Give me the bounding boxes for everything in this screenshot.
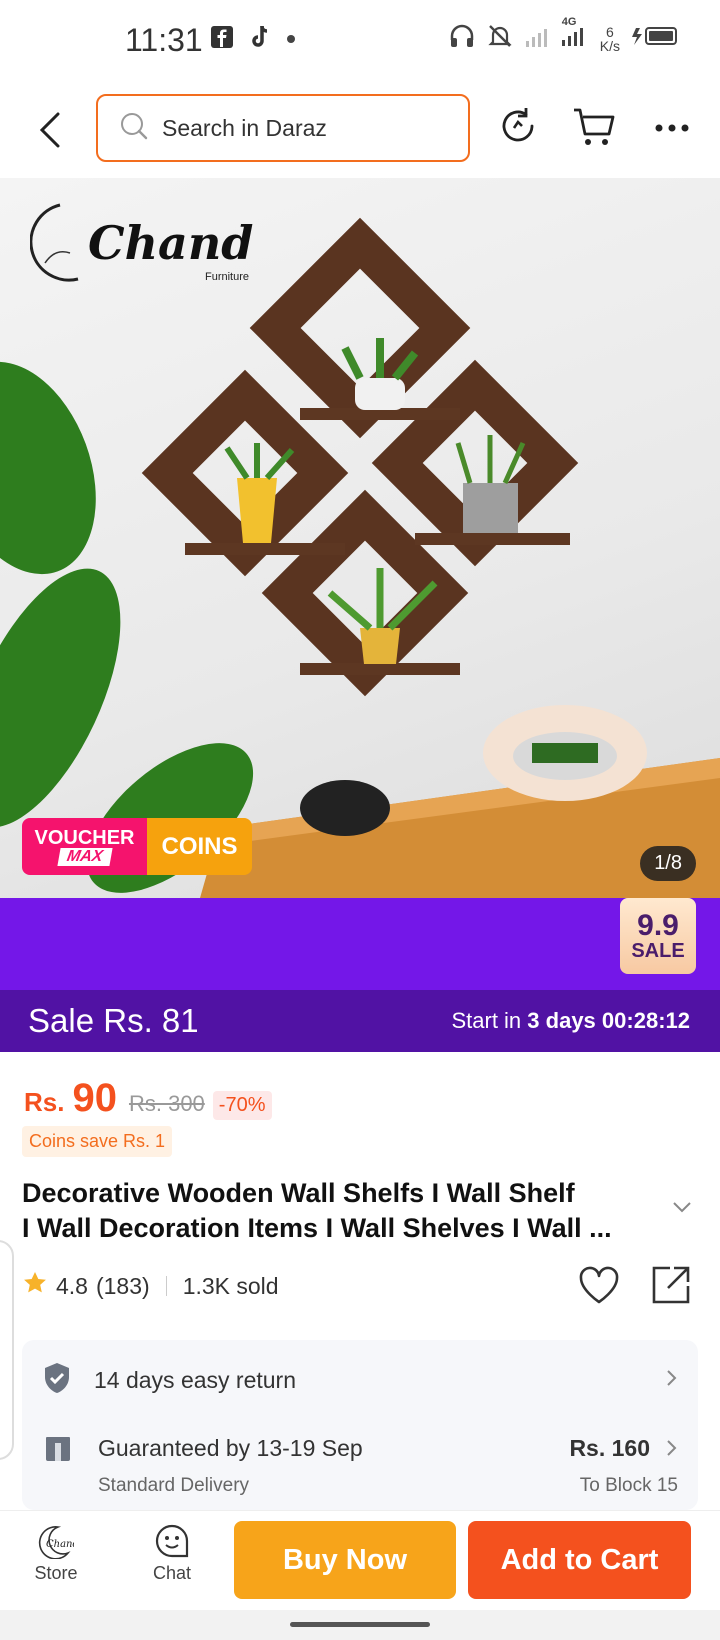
product-image[interactable]: Chand Furniture VOUCHER MAX COINS 1/8	[0, 178, 720, 898]
sold-count: 1.3K sold	[182, 1272, 279, 1299]
back-icon[interactable]	[30, 108, 70, 152]
brand-sub: Furniture	[205, 271, 250, 283]
chat-icon	[155, 1524, 189, 1558]
chevron-down-icon[interactable]	[672, 1200, 692, 1219]
history-icon[interactable]	[498, 106, 538, 151]
product-photo	[0, 217, 720, 898]
delivery-text: Guaranteed by 13-19 Sep	[98, 1435, 363, 1461]
voucher-max-badge: VOUCHER MAX	[22, 818, 147, 875]
sale-99-badge: 9.9 SALE	[620, 898, 696, 974]
cart-icon[interactable]	[572, 106, 616, 153]
start-days: 3 days	[527, 1008, 596, 1033]
tiktok-icon	[248, 24, 272, 55]
status-time: 11:31	[125, 22, 203, 58]
delivery-fee: Rs. 160	[569, 1435, 650, 1461]
home-gesture-pill[interactable]	[290, 1622, 430, 1627]
status-bar: 11:31 4G 6 K/s	[0, 0, 720, 80]
chat-button[interactable]: Chat	[132, 1523, 212, 1584]
promo-banner[interactable]: 9.9 SALE	[0, 898, 720, 990]
chat-label: Chat	[152, 1563, 192, 1583]
delivery-location: To Block 15	[579, 1475, 678, 1496]
search-placeholder: Search in Daraz	[162, 114, 327, 141]
current-price: 90	[72, 1076, 117, 1120]
star-icon	[22, 1270, 48, 1302]
facebook-icon	[210, 25, 234, 54]
signal-4g-icon: 4G	[560, 16, 590, 55]
add-to-cart-button[interactable]: Add to Cart	[468, 1521, 691, 1599]
image-counter: 1/8	[640, 846, 696, 881]
top-header: Search in Daraz	[0, 80, 720, 178]
dot-icon	[286, 31, 296, 49]
bottom-action-bar: Chand Store Chat Buy Now Add to Cart	[0, 1510, 720, 1610]
more-icon[interactable]	[654, 120, 690, 138]
store-button[interactable]: Chand Store	[16, 1523, 96, 1584]
product-title[interactable]: Decorative Wooden Wall Shelfs I Wall She…	[22, 1176, 662, 1246]
chevron-right-icon	[666, 1369, 678, 1392]
start-prefix: Start in	[451, 1008, 522, 1033]
search-input[interactable]: Search in Daraz	[96, 94, 470, 162]
service-info-card: 14 days easy return Guaranteed by 13-19 …	[22, 1340, 698, 1510]
discount-badge: -70%	[212, 1091, 272, 1120]
store-label: Store	[34, 1563, 78, 1583]
sale-label: Sale	[28, 1002, 95, 1039]
heart-icon[interactable]	[578, 1266, 620, 1311]
signal-weak-icon	[524, 23, 550, 54]
voucher-coins-badge[interactable]: VOUCHER MAX COINS	[22, 818, 252, 875]
coins-save-tag: Coins save Rs. 1	[22, 1126, 173, 1157]
share-icon[interactable]	[650, 1264, 692, 1311]
countdown-timer: 00:28:12	[601, 1008, 690, 1033]
mute-icon	[486, 22, 514, 55]
shield-check-icon	[42, 1361, 72, 1400]
svg-text:Chand: Chand	[46, 1539, 74, 1550]
currency: Rs.	[24, 1087, 65, 1117]
package-icon	[44, 1435, 72, 1468]
battery-charging-icon	[630, 24, 680, 53]
flash-sale-band: Sale Rs. 81 Start in 3 days 00:28:12	[0, 990, 720, 1052]
store-logo-icon: Chand	[38, 1526, 74, 1559]
brand-name: Chand	[88, 216, 254, 270]
review-count: (183)	[95, 1272, 150, 1299]
system-nav-bar	[0, 1610, 720, 1640]
net-speed: 6 K/s	[599, 23, 620, 54]
rating-row[interactable]: 4.8 (183) 1.3K sold	[22, 1270, 279, 1302]
buy-now-button[interactable]: Buy Now	[234, 1521, 456, 1599]
divider	[165, 1276, 167, 1296]
search-icon	[120, 112, 148, 145]
side-drawer-handle[interactable]	[0, 1240, 14, 1460]
return-policy-row[interactable]: 14 days easy return	[42, 1360, 678, 1400]
chevron-right-icon	[666, 1439, 678, 1462]
sale-price: Rs. 81	[103, 1002, 199, 1039]
return-text: 14 days easy return	[94, 1366, 297, 1393]
rating-value: 4.8	[56, 1272, 88, 1299]
headphones-icon	[448, 22, 476, 55]
delivery-type: Standard Delivery	[98, 1475, 250, 1496]
coins-badge: COINS	[147, 818, 252, 875]
original-price: Rs. 300	[128, 1091, 205, 1116]
price-row: Rs. 90 Rs. 300 -70%	[24, 1076, 272, 1121]
brand-logo: Chand Furniture	[30, 203, 253, 283]
moon-logo-icon	[30, 203, 79, 282]
